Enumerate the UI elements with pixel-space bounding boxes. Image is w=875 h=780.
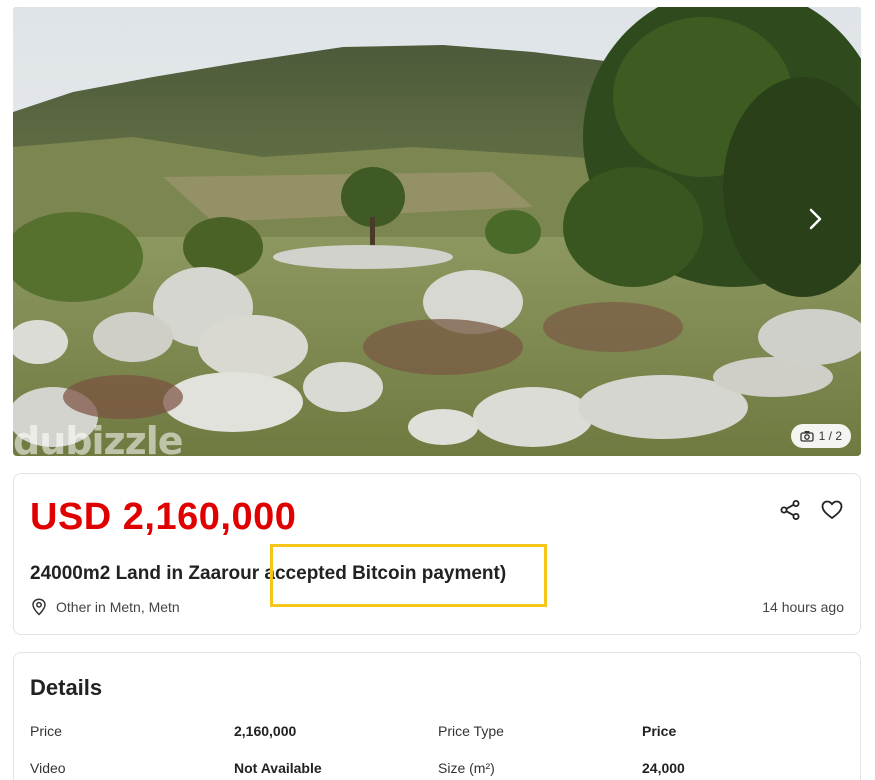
- share-button[interactable]: [778, 498, 802, 522]
- camera-icon: [799, 431, 814, 442]
- share-icon: [780, 500, 800, 520]
- image-gallery[interactable]: dubizzle 1 / 2: [13, 7, 861, 456]
- listing-price: USD 2,160,000: [30, 496, 297, 538]
- image-counter-text: 1 / 2: [818, 429, 842, 443]
- detail-value-size: 24,000: [642, 760, 685, 776]
- next-image-button[interactable]: [801, 199, 829, 239]
- listing-photo: [13, 7, 861, 456]
- watermark: dubizzle: [13, 419, 184, 456]
- heart-icon: [821, 500, 843, 519]
- detail-value-price-type: Price: [642, 723, 677, 739]
- image-counter[interactable]: 1 / 2: [790, 424, 851, 448]
- listing-location: Other in Metn, Metn: [30, 598, 180, 616]
- details-card: Details Price 2,160,000 Price Type Price…: [13, 652, 861, 780]
- detail-label-price-type: Price Type: [438, 723, 504, 739]
- posted-time: 14 hours ago: [762, 599, 844, 615]
- listing-title: 24000m2 Land in Zaarour accepted Bitcoin…: [30, 563, 507, 584]
- details-heading: Details: [30, 675, 103, 700]
- detail-label-price: Price: [30, 723, 62, 739]
- detail-label-size: Size (m²): [438, 760, 495, 776]
- listing-summary-card: USD 2,160,000 24000m2 Land in Zaarour ac…: [13, 473, 861, 635]
- listing-actions: [778, 498, 844, 522]
- detail-value-video: Not Available: [234, 760, 322, 776]
- detail-label-video: Video: [30, 760, 66, 776]
- chevron-right-icon: [809, 208, 822, 230]
- detail-value-price: 2,160,000: [234, 723, 297, 739]
- location-pin-icon: [32, 598, 46, 616]
- location-text: Other in Metn, Metn: [56, 599, 180, 615]
- favorite-button[interactable]: [820, 498, 844, 522]
